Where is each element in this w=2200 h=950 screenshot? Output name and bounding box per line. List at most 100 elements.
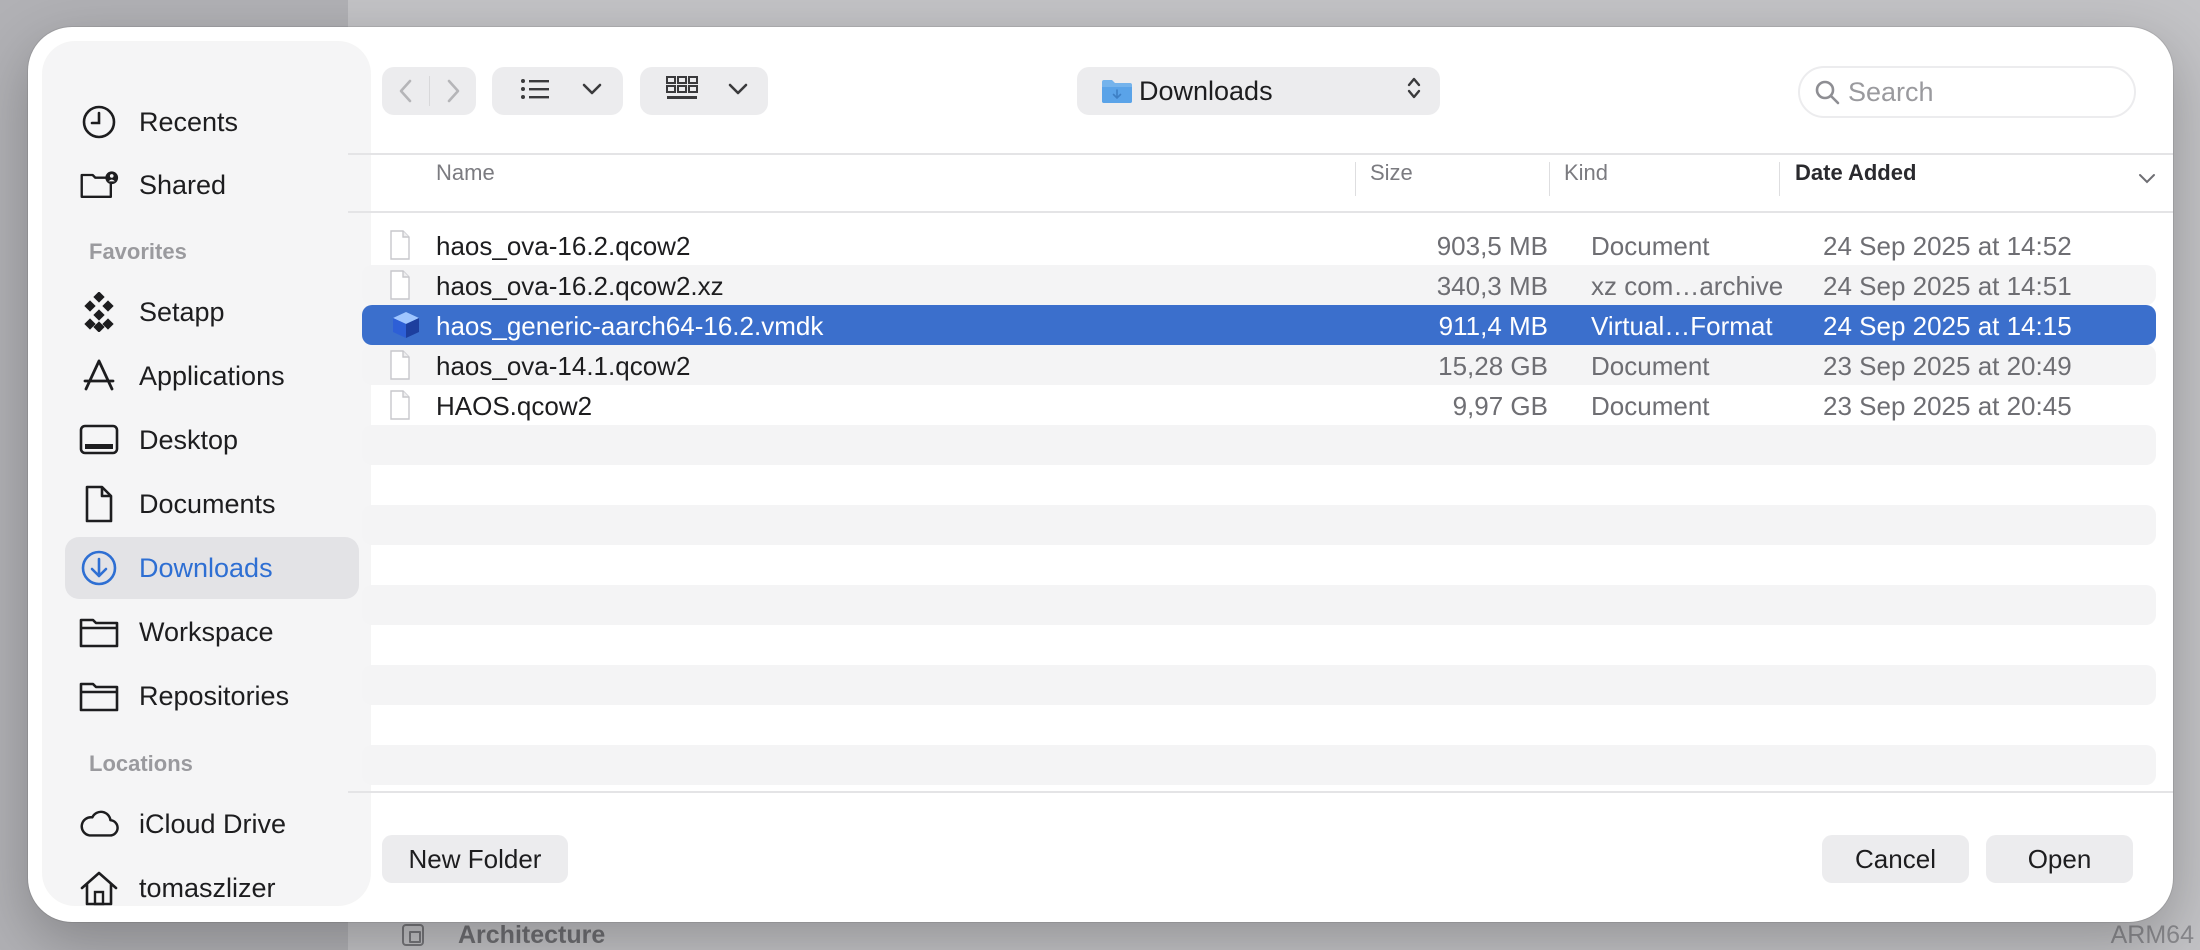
downloads-icon [79,548,119,588]
location-popup[interactable]: Downloads [1077,67,1440,115]
empty-row [362,425,2156,465]
sidebar-item-label: Shared [139,169,227,200]
table-row-selected[interactable]: haos_generic-aarch64-16.2.vmdk 911,4 MB … [362,305,2156,345]
sort-descending-chevron-icon[interactable] [2138,172,2156,190]
file-size: 9,97 GB [1452,391,1548,421]
file-size: 903,5 MB [1436,231,1548,261]
new-folder-button[interactable]: New Folder [382,835,568,883]
sidebar-item-downloads[interactable]: Downloads [65,537,359,599]
file-date-added: 24 Sep 2025 at 14:51 [1823,271,2072,301]
background-architecture-row: Architecture ARM64 [348,920,2200,950]
file-kind: Document [1591,231,1710,261]
list-view-icon [520,78,550,105]
column-separator [1779,162,1780,196]
sidebar-item-applications[interactable]: Applications [65,345,359,407]
sidebar-item-label: tomaszlizer [139,872,276,903]
sidebar-item-label: Repositories [139,680,290,711]
file-date-added: 24 Sep 2025 at 14:15 [1823,311,2072,341]
document-file-icon [389,350,411,380]
cloud-icon [79,804,119,844]
sidebar-item-repositories[interactable]: Repositories [65,665,359,727]
table-row[interactable]: haos_ova-14.1.qcow2 15,28 GB Document 23… [362,345,2156,385]
downloads-folder-icon [1101,78,1133,104]
navigation-buttons [382,67,476,115]
sidebar-item-label: Documents [139,488,276,519]
file-kind: Document [1591,391,1710,421]
table-row[interactable]: HAOS.qcow2 9,97 GB Document 23 Sep 2025 … [362,385,2156,425]
document-icon [79,484,119,524]
table-row[interactable]: haos_ova-16.2.qcow2.xz 340,3 MB xz com…a… [362,265,2156,305]
clock-icon [79,102,119,142]
file-name: haos_ova-16.2.qcow2 [436,231,691,261]
chevron-down-icon [728,82,748,101]
architecture-value: ARM64 [2110,920,2194,949]
sidebar-item-label: Downloads [139,552,273,583]
shared-folder-icon [79,165,119,205]
file-date-added: 24 Sep 2025 at 14:52 [1823,231,2072,261]
column-header-name[interactable]: Name [436,160,495,186]
document-file-icon [389,390,411,420]
sidebar-item-recents[interactable]: Recents [65,91,359,153]
search-input[interactable] [1848,76,2088,108]
sidebar-item-label: Desktop [139,424,239,455]
document-file-icon [389,230,411,260]
file-size: 340,3 MB [1436,271,1548,301]
column-header-date-added[interactable]: Date Added [1795,160,1916,186]
favorites-section-title: Favorites [89,239,187,264]
footer-divider-line [348,791,2173,793]
sidebar-item-shared[interactable]: Shared [65,154,359,216]
sidebar-item-label: Setapp [139,296,225,327]
cpu-chip-icon [402,924,424,946]
virtual-disk-icon [391,311,419,341]
table-row[interactable]: haos_ova-16.2.qcow2 903,5 MB Document 24… [362,225,2156,265]
architecture-label: Architecture [458,920,606,949]
header-divider-line [348,211,2173,213]
sidebar-item-home[interactable]: tomaszlizer [65,857,359,919]
column-header-size[interactable]: Size [1370,160,1413,186]
chevron-right-icon [447,79,460,103]
back-button[interactable] [382,67,429,115]
sidebar-item-documents[interactable]: Documents [65,473,359,535]
cancel-button[interactable]: Cancel [1822,835,1969,883]
open-button[interactable]: Open [1986,835,2133,883]
file-name: haos_ova-16.2.qcow2.xz [436,271,724,301]
empty-row [362,665,2156,705]
file-name: HAOS.qcow2 [436,391,593,421]
desktop-icon [79,420,119,460]
sidebar-item-workspace[interactable]: Workspace [65,601,359,663]
folder-icon [79,676,119,716]
folder-icon [79,612,119,652]
search-icon [1814,79,1840,105]
sidebar-item-label: Recents [139,106,239,137]
column-header-kind[interactable]: Kind [1564,160,1608,186]
sidebar-item-icloud-drive[interactable]: iCloud Drive [65,793,359,855]
file-kind: Virtual…Format [1591,311,1773,341]
home-icon [79,868,119,908]
view-mode-list-button[interactable] [492,67,623,115]
empty-row [362,585,2156,625]
sidebar-item-desktop[interactable]: Desktop [65,409,359,471]
chevron-down-icon [582,82,602,101]
file-name: haos_ova-14.1.qcow2 [436,351,691,381]
file-kind: xz com…archive [1591,271,1784,301]
location-popup-label: Downloads [1139,75,1273,106]
toolbar-divider-line [348,153,2173,155]
file-size: 911,4 MB [1438,311,1548,341]
column-separator [1355,162,1356,196]
group-by-button[interactable] [640,67,768,115]
file-date-added: 23 Sep 2025 at 20:45 [1823,391,2072,421]
applications-icon [79,356,119,396]
setapp-icon [79,292,119,332]
empty-row [362,505,2156,545]
search-field[interactable] [1798,66,2136,118]
forward-button[interactable] [430,67,476,115]
sidebar-item-label: iCloud Drive [139,808,287,839]
open-file-dialog: Recents Shared Favorites Setapp Applicat… [28,27,2173,922]
sidebar-item-setapp[interactable]: Setapp [65,281,359,343]
file-name: haos_generic-aarch64-16.2.vmdk [436,311,824,341]
grid-view-icon [666,75,698,107]
file-size: 15,28 GB [1438,351,1548,381]
sidebar-item-label: Applications [139,360,285,391]
empty-row [362,745,2156,785]
sidebar: Recents Shared Favorites Setapp Applicat… [43,42,370,906]
